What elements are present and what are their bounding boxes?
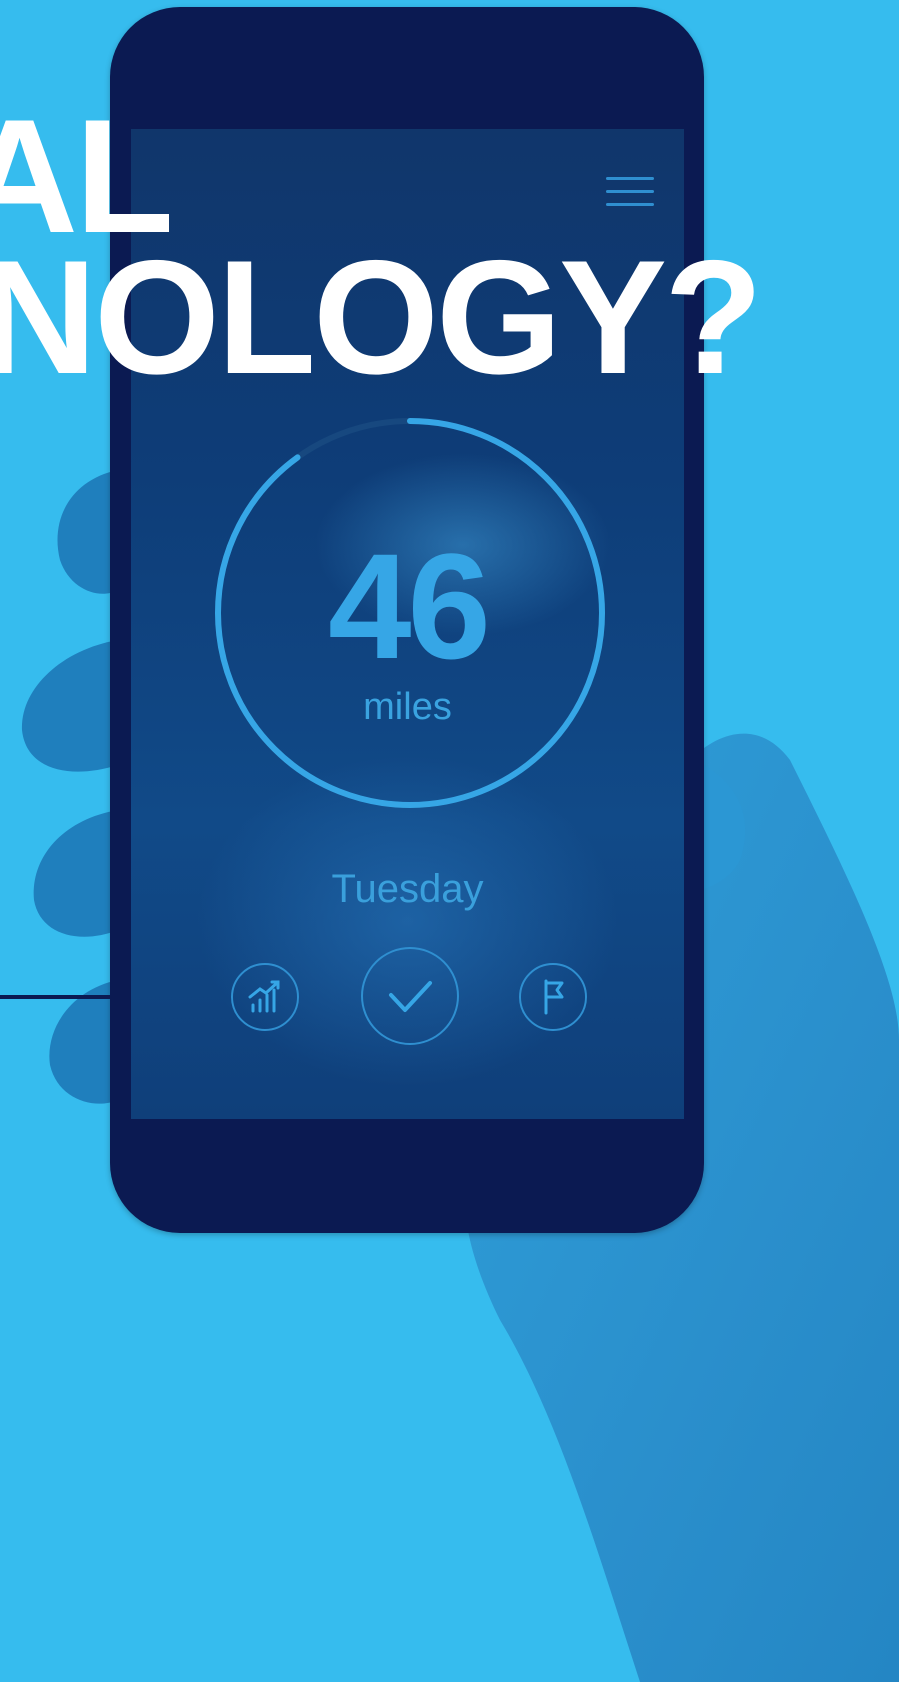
- flag-icon: [544, 979, 564, 1015]
- confirm-button[interactable]: [361, 947, 459, 1045]
- checkmark-icon: [389, 981, 432, 1012]
- app-screen: 46 miles Tuesday: [131, 129, 684, 1119]
- bar-chart-icon: [248, 980, 280, 1013]
- divider-line: [0, 995, 110, 999]
- day-label: Tuesday: [331, 867, 484, 911]
- menu-icon[interactable]: [606, 177, 654, 209]
- distance-value: 46: [328, 522, 491, 690]
- distance-unit: miles: [363, 686, 452, 728]
- smartphone: 46 miles Tuesday: [110, 7, 704, 1233]
- goal-button[interactable]: [519, 963, 587, 1031]
- stats-button[interactable]: [231, 963, 299, 1031]
- ad-scene: 46 miles Tuesday AL NOLOGY?: [0, 0, 899, 1682]
